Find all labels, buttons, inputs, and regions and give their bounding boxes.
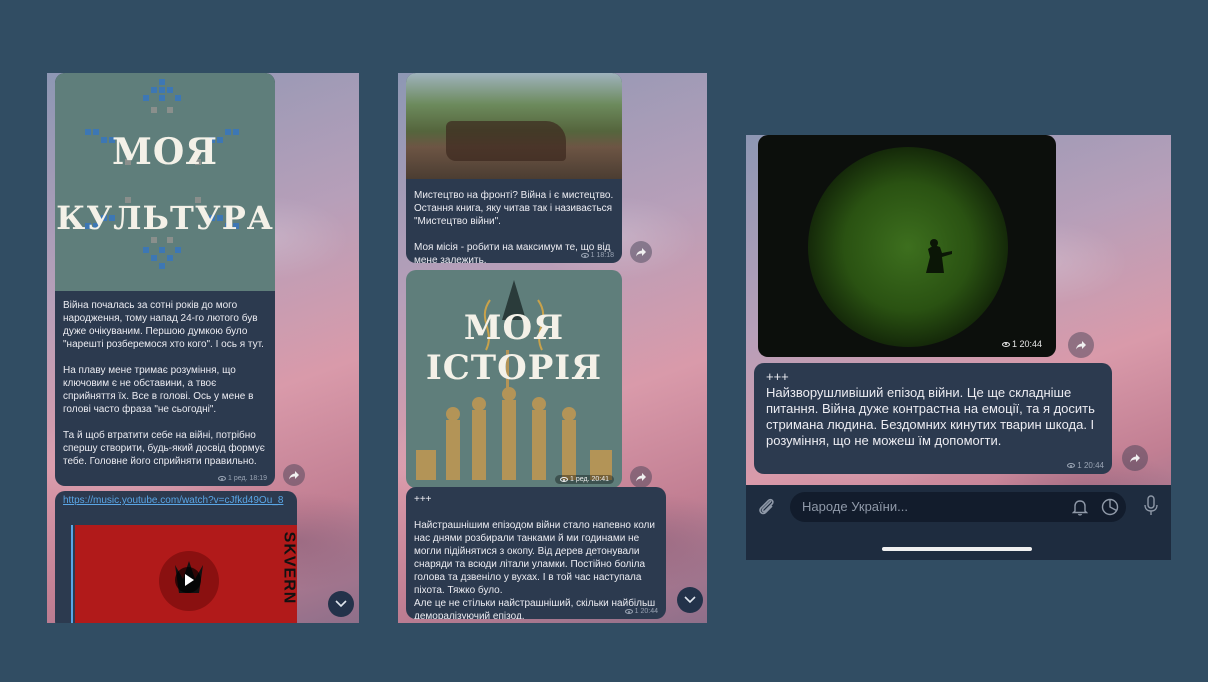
- paperclip-icon[interactable]: [756, 496, 778, 518]
- sticker-icon[interactable]: [1101, 498, 1119, 516]
- scroll-down-button[interactable]: [328, 591, 354, 617]
- youtube-link[interactable]: https://music.youtube.com/watch?v=cJfkd4…: [55, 491, 297, 507]
- views-icon: [1001, 341, 1010, 347]
- message-text: Мистецтво на фронті? Війна і є мистецтво…: [414, 190, 614, 263]
- message-art[interactable]: Мистецтво на фронті? Війна і є мистецтво…: [406, 73, 622, 263]
- chat-panel-culture: МОЯ КУЛЬТУРА Війна почалась за сотні рок…: [47, 73, 359, 623]
- culture-image[interactable]: МОЯ КУЛЬТУРА: [55, 73, 275, 291]
- microphone-icon[interactable]: [1142, 494, 1160, 518]
- war-photo[interactable]: [406, 73, 622, 179]
- scroll-down-button[interactable]: [677, 587, 703, 613]
- message-text: +++ Найзворушливіший епізод війни. Це ще…: [766, 369, 1095, 448]
- views-icon: [580, 253, 589, 258]
- share-arrow-icon: [636, 473, 646, 482]
- history-title-line1: МОЯ: [463, 308, 565, 348]
- image-meta: 1 20:44: [1001, 339, 1042, 349]
- image-meta: 1 ред. 20:41: [555, 475, 614, 484]
- soldier-silhouette: [926, 239, 952, 273]
- night-vision-scope: [808, 147, 1008, 347]
- share-button[interactable]: [1068, 332, 1094, 358]
- message-text: +++ Найстрашнішим епізодом війни стало н…: [414, 494, 656, 619]
- chat-panel-touching: 1 20:44 +++ Найзворушливіший епізод війн…: [746, 135, 1171, 560]
- play-button[interactable]: [175, 567, 201, 593]
- video-side-text: SKVERN: [280, 531, 297, 605]
- history-image[interactable]: МОЯ ІСТОРІЯ 1 ред. 20:41: [406, 270, 622, 488]
- share-arrow-icon: [1076, 341, 1086, 350]
- message-music-link[interactable]: https://music.youtube.com/watch?v=cJfkd4…: [55, 491, 297, 623]
- message-scariest-episode[interactable]: +++ Найстрашнішим епізодом війни стало н…: [406, 487, 666, 619]
- chat-panel-history: Мистецтво на фронті? Війна і є мистецтво…: [398, 73, 707, 623]
- message-text: Війна почалась за сотні років до мого на…: [63, 300, 265, 467]
- share-button[interactable]: [630, 466, 652, 488]
- views-icon: [560, 477, 569, 482]
- chevron-down-icon: [335, 600, 347, 608]
- share-button[interactable]: [1122, 445, 1148, 471]
- share-arrow-icon: [289, 471, 299, 480]
- share-button[interactable]: [283, 464, 305, 486]
- culture-title-line1: МОЯ: [112, 131, 218, 173]
- embroidery-ornament: [85, 79, 239, 269]
- bell-icon[interactable]: [1072, 498, 1088, 516]
- link-preview-bar: [71, 525, 73, 623]
- views-icon: [624, 609, 633, 614]
- message-culture[interactable]: МОЯ КУЛЬТУРА Війна почалась за сотні рок…: [55, 73, 275, 486]
- views-icon: [218, 476, 227, 481]
- culture-title-line2: КУЛЬТУРА: [56, 199, 274, 237]
- history-title-line2: ІСТОРІЯ: [425, 348, 603, 388]
- share-arrow-icon: [636, 248, 646, 257]
- message-touching-episode[interactable]: +++ Найзворушливіший епізод війни. Це ще…: [754, 363, 1112, 474]
- message-meta: 1 ред. 18:19: [218, 475, 267, 482]
- video-preview[interactable]: SKVERN: [75, 525, 297, 623]
- message-meta: 1 20:44: [1067, 461, 1104, 470]
- message-meta: 1 18:18: [580, 252, 614, 259]
- message-input-bar: Народе України...: [746, 485, 1171, 560]
- night-vision-photo[interactable]: 1 20:44: [758, 135, 1056, 357]
- views-icon: [1067, 463, 1076, 468]
- share-arrow-icon: [1130, 454, 1140, 463]
- message-meta: 1 20:44: [624, 608, 658, 615]
- share-button[interactable]: [630, 241, 652, 263]
- chevron-down-icon: [684, 596, 696, 604]
- home-indicator: [882, 547, 1032, 551]
